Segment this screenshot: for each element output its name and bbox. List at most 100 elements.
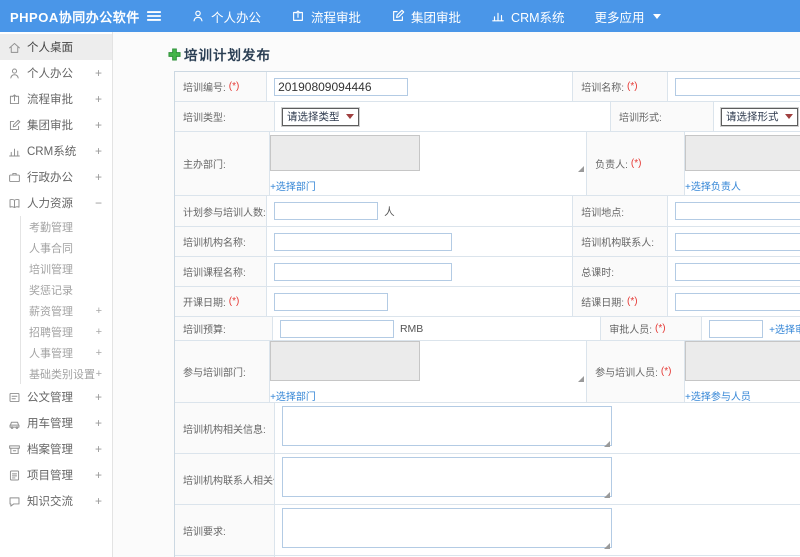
archive-icon xyxy=(9,444,20,454)
course-name-input[interactable] xyxy=(274,262,453,281)
start-date-input[interactable] xyxy=(274,292,389,311)
sidebar-item-personal-desktop[interactable]: 个人桌面 xyxy=(0,34,112,60)
org-info-textarea[interactable] xyxy=(282,405,612,446)
field-label: 培训类型: xyxy=(175,102,275,131)
app-logo[interactable]: PHPOA协同办公软件 xyxy=(0,7,145,26)
select-dept-link[interactable]: +选择部门 xyxy=(270,178,586,193)
expand-plus-icon[interactable]: + xyxy=(95,468,102,482)
sidebar-item-personal-office[interactable]: 个人办公 + xyxy=(0,60,112,86)
field-cell xyxy=(668,196,800,226)
training-no-input[interactable] xyxy=(274,77,409,96)
field-label: 计划参与培训人数: (*) xyxy=(175,196,268,226)
expand-plus-icon[interactable]: + xyxy=(96,305,102,317)
nav-group-approval[interactable]: 集团审批 xyxy=(391,7,461,26)
leader-textarea[interactable] xyxy=(685,134,800,171)
end-date-input[interactable] xyxy=(675,292,800,311)
select-dept-link[interactable]: +选择部门 xyxy=(270,388,586,403)
sidebar-item-document-mgmt[interactable]: 公文管理 + xyxy=(0,384,112,410)
field-cell xyxy=(267,257,574,286)
training-name-input[interactable] xyxy=(675,77,800,96)
hamburger-menu-icon[interactable] xyxy=(145,7,163,25)
expand-plus-icon[interactable]: + xyxy=(96,368,102,380)
planned-count-input[interactable] xyxy=(274,202,379,220)
select-leader-link[interactable]: +选择负责人 xyxy=(685,178,800,193)
expand-plus-icon[interactable]: + xyxy=(95,118,102,132)
sidebar-item-base-category[interactable]: 基础类别设置 + xyxy=(21,363,112,384)
budget-input[interactable] xyxy=(279,319,394,338)
sidebar-item-label: 招聘管理 xyxy=(29,326,73,339)
sidebar-item-attendance-mgmt[interactable]: 考勤管理 xyxy=(21,216,112,237)
nav-workflow-approval[interactable]: 流程审批 xyxy=(291,7,361,26)
field-cell: +选择部门 xyxy=(270,340,588,403)
sidebar-item-label: 奖惩记录 xyxy=(29,284,73,297)
label-text: 审批人员: xyxy=(609,325,653,336)
sidebar-item-personnel-mgmt[interactable]: 人事管理 + xyxy=(21,342,112,363)
org-name-input[interactable] xyxy=(274,232,453,251)
field-cell xyxy=(668,227,800,256)
nav-label: CRM系统 xyxy=(511,10,565,25)
document-icon xyxy=(9,392,20,402)
field-cell xyxy=(275,403,800,453)
org-contact-info-textarea[interactable] xyxy=(282,456,612,497)
join-people-textarea[interactable] xyxy=(685,340,800,381)
collapse-minus-icon[interactable]: − xyxy=(95,196,102,210)
required-marker: (*) xyxy=(228,81,240,92)
expand-plus-icon[interactable]: + xyxy=(95,170,102,184)
sidebar-item-admin-office[interactable]: 行政办公 + xyxy=(0,164,112,190)
field-cell xyxy=(668,287,800,316)
sidebar-item-label: CRM系统 xyxy=(27,146,77,158)
expand-plus-icon[interactable]: + xyxy=(96,326,102,338)
nav-more-apps[interactable]: 更多应用 xyxy=(595,7,661,26)
field-label: 主办部门: xyxy=(175,132,271,195)
org-contact-input[interactable] xyxy=(675,232,800,251)
field-label: 培训地点: xyxy=(573,196,668,226)
sidebar-item-crm-system[interactable]: CRM系统 + xyxy=(0,138,112,164)
location-input[interactable] xyxy=(675,202,800,220)
sidebar-item-label: 个人桌面 xyxy=(27,42,73,54)
expand-plus-icon[interactable]: + xyxy=(95,494,102,508)
sidebar-item-project-mgmt[interactable]: 项目管理 + xyxy=(0,462,112,488)
training-form-select[interactable]: 请选择形式 xyxy=(721,107,798,126)
expand-plus-icon[interactable]: + xyxy=(96,347,102,359)
main-content: 培训计划发布 培训编号: (*) 培训名称: (*) 培训类型: xyxy=(113,32,800,557)
form-row: 培训预算: RMB 审批人员: (*) +选择审批人员 xyxy=(175,317,800,341)
currency-suffix: RMB xyxy=(399,322,424,335)
sidebar-item-reward-punish[interactable]: 奖惩记录 xyxy=(21,279,112,300)
nav-personal-office[interactable]: 个人办公 xyxy=(191,7,261,26)
training-type-select[interactable]: 请选择类型 xyxy=(282,107,359,126)
expand-plus-icon[interactable]: + xyxy=(95,416,102,430)
expand-plus-icon[interactable]: + xyxy=(95,442,102,456)
join-dept-textarea[interactable] xyxy=(270,340,421,381)
sidebar-item-knowledge-exchange[interactable]: 知识交流 + xyxy=(0,488,112,514)
sidebar-item-hr-contract[interactable]: 人事合同 xyxy=(21,237,112,258)
field-label: 负责人: (*) xyxy=(587,132,686,195)
expand-plus-icon[interactable]: + xyxy=(95,390,102,404)
expand-plus-icon[interactable]: + xyxy=(95,92,102,106)
sidebar-item-group-approval[interactable]: 集团审批 + xyxy=(0,112,112,138)
sidebar-item-training-mgmt[interactable]: 培训管理 xyxy=(21,258,112,279)
nav-crm-system[interactable]: CRM系统 xyxy=(491,7,565,26)
sidebar-item-salary-mgmt[interactable]: 薪资管理 + xyxy=(21,300,112,321)
sidebar-item-vehicle-mgmt[interactable]: 用车管理 + xyxy=(0,410,112,436)
field-cell: +选择参与人员 xyxy=(685,340,800,403)
sidebar-item-archive-mgmt[interactable]: 档案管理 + xyxy=(0,436,112,462)
total-hours-input[interactable] xyxy=(675,262,800,281)
field-label: 培训要求: xyxy=(175,505,275,555)
host-dept-textarea[interactable] xyxy=(270,134,421,171)
sidebar-item-label: 知识交流 xyxy=(27,496,73,508)
select-approver-link[interactable]: +选择审批人员 xyxy=(769,321,800,336)
field-cell: 人 xyxy=(267,196,574,226)
select-participants-link[interactable]: +选择参与人员 xyxy=(685,388,800,403)
field-cell: +选择负责人 xyxy=(685,132,800,195)
sidebar-item-recruit-mgmt[interactable]: 招聘管理 + xyxy=(21,321,112,342)
label-text: 参与培训部门: xyxy=(183,368,246,379)
label-text: 培训地点: xyxy=(581,207,624,219)
required-marker: (*) xyxy=(660,366,672,377)
expand-plus-icon[interactable]: + xyxy=(95,144,102,158)
field-cell: 请选择类型 xyxy=(275,102,611,131)
expand-plus-icon[interactable]: + xyxy=(95,66,102,80)
sidebar-item-human-resources[interactable]: 人力资源 − xyxy=(0,190,112,216)
requirements-textarea[interactable] xyxy=(282,507,612,548)
sidebar-item-workflow-approval[interactable]: 流程审批 + xyxy=(0,86,112,112)
approver-input[interactable] xyxy=(709,319,764,338)
